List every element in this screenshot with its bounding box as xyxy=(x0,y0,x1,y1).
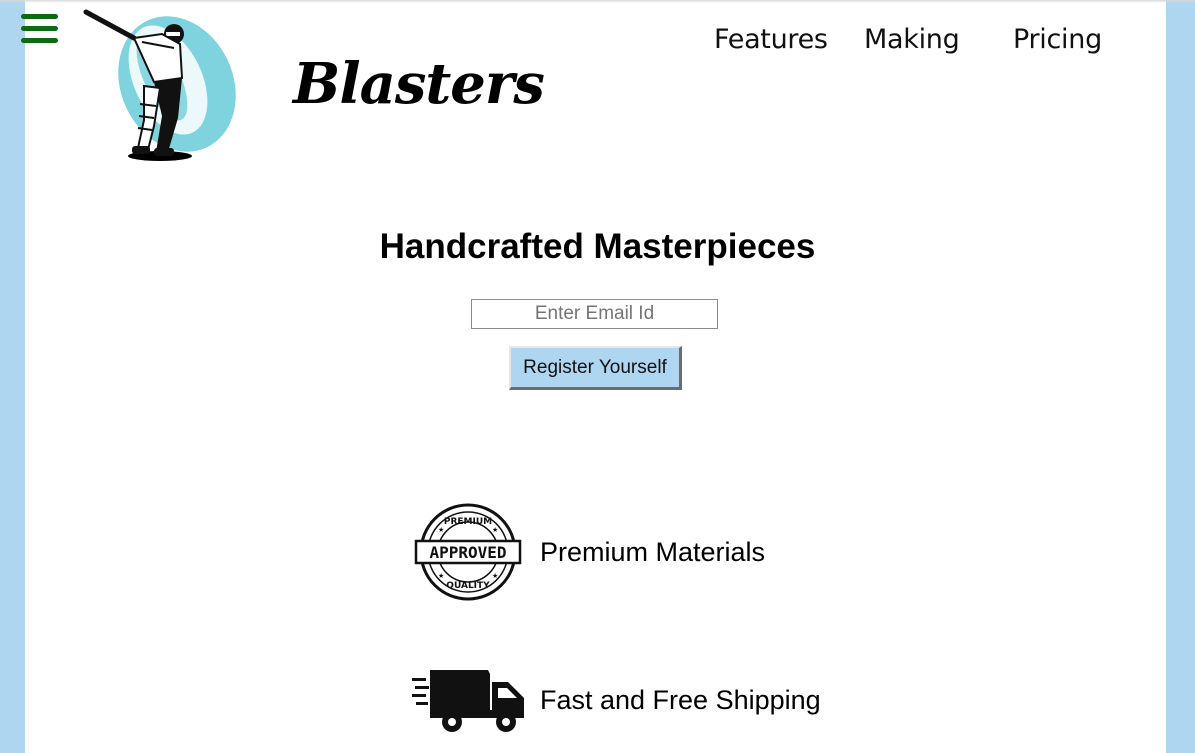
feature-label-premium: Premium Materials xyxy=(540,537,766,567)
svg-text:APPROVED: APPROVED xyxy=(429,543,506,562)
top-shadow xyxy=(0,0,1195,3)
nav-link-making[interactable]: Making xyxy=(864,22,960,58)
register-button[interactable]: Register Yourself xyxy=(509,346,682,390)
svg-text:★: ★ xyxy=(438,572,444,580)
nav-link-features[interactable]: Features xyxy=(714,22,828,58)
nav-link-pricing[interactable]: Pricing xyxy=(1013,22,1102,58)
feature-label-shipping: Fast and Free Shipping xyxy=(540,685,821,715)
svg-text:★: ★ xyxy=(492,526,498,534)
svg-text:PREMIUM: PREMIUM xyxy=(444,517,492,527)
hero-title: Handcrafted Masterpieces xyxy=(379,227,816,266)
svg-text:★: ★ xyxy=(438,526,444,534)
main-nav: Features Making Pricing xyxy=(0,22,1195,62)
email-input[interactable] xyxy=(471,299,718,329)
svg-text:★: ★ xyxy=(492,572,498,580)
delivery-truck-icon xyxy=(412,666,528,739)
svg-text:QUALITY: QUALITY xyxy=(446,581,490,591)
premium-approved-stamp-icon: PREMIUM QUALITY APPROVED ★ ★ ★ ★ xyxy=(412,502,524,607)
